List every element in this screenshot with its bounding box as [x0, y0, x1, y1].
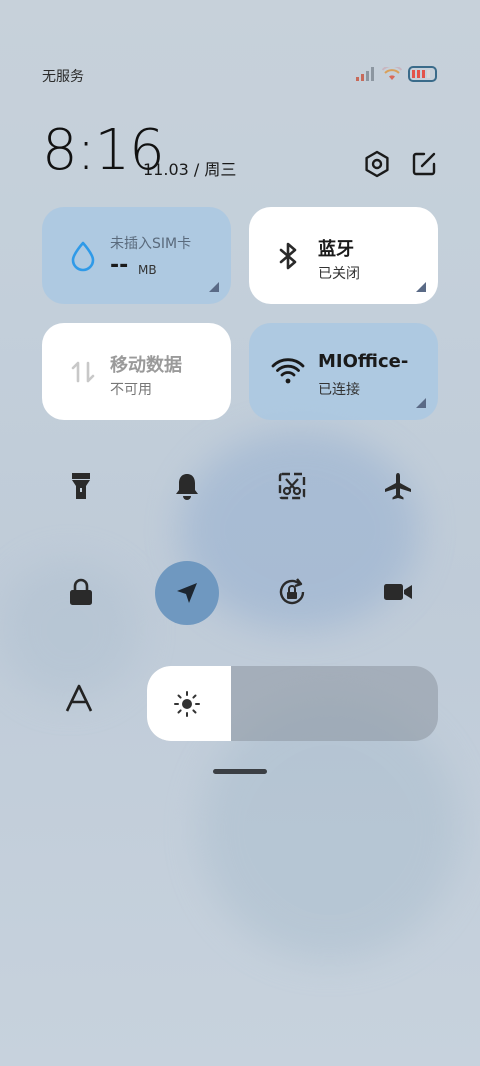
rotation-lock-icon — [279, 578, 305, 605]
status-bar: 无服务 — [42, 66, 438, 86]
location-toggle[interactable] — [155, 561, 219, 625]
bell-icon — [176, 474, 198, 500]
data-usage-tile[interactable]: 未插入SIM卡 -- MB — [42, 207, 231, 304]
screenshot-toggle[interactable] — [262, 456, 322, 516]
signal-icon — [356, 67, 374, 81]
lock-screen-toggle[interactable] — [51, 562, 111, 622]
wifi-status-icon — [382, 67, 402, 80]
bluetooth-icon — [279, 242, 297, 270]
lock-icon — [70, 578, 92, 605]
wifi-tile[interactable]: MIOffice- 已连接 — [249, 323, 438, 420]
bluetooth-tile[interactable]: 蓝牙 已关闭 — [249, 207, 438, 304]
mobile-data-status: 不可用 — [110, 382, 152, 398]
letter-a-icon — [65, 684, 93, 712]
data-usage-unit: MB — [138, 263, 157, 277]
mobile-data-icon — [71, 361, 95, 383]
flashlight-icon — [72, 473, 90, 499]
mobile-data-tile[interactable]: 移动数据 不可用 — [42, 323, 231, 420]
wifi-status: 已连接 — [318, 382, 360, 398]
airplane-icon — [385, 473, 411, 500]
mobile-data-title: 移动数据 — [110, 355, 182, 376]
bluetooth-title: 蓝牙 — [318, 239, 354, 260]
scissors-icon — [278, 472, 306, 500]
date-label: 11.03 / 周三 — [143, 160, 237, 179]
wifi-network-name: MIOffice- — [318, 351, 409, 372]
flashlight-toggle[interactable] — [51, 456, 111, 516]
edit-icon[interactable] — [410, 150, 438, 178]
carrier-label: 无服务 — [42, 69, 84, 85]
airplane-mode-toggle[interactable] — [368, 456, 428, 516]
expand-corner-icon — [416, 282, 426, 292]
expand-corner-icon — [416, 398, 426, 408]
wifi-icon — [271, 358, 305, 384]
location-arrow-icon — [177, 583, 197, 603]
brightness-slider[interactable] — [147, 666, 438, 741]
bluetooth-status: 已关闭 — [318, 266, 360, 282]
data-usage-value: -- — [110, 253, 129, 278]
data-usage-title: 未插入SIM卡 — [110, 236, 192, 252]
screen-recorder-toggle[interactable] — [368, 562, 428, 622]
font-size-icon[interactable] — [64, 682, 94, 722]
settings-icon[interactable] — [363, 150, 391, 178]
expand-corner-icon — [209, 282, 219, 292]
battery-icon — [408, 66, 437, 82]
water-drop-icon — [71, 241, 95, 272]
rotation-lock-toggle[interactable] — [262, 562, 322, 622]
status-icons — [356, 66, 438, 82]
video-camera-icon — [384, 584, 412, 600]
brightness-sun-icon — [174, 691, 200, 717]
drag-handle[interactable] — [213, 769, 267, 774]
mute-toggle[interactable] — [157, 456, 217, 516]
